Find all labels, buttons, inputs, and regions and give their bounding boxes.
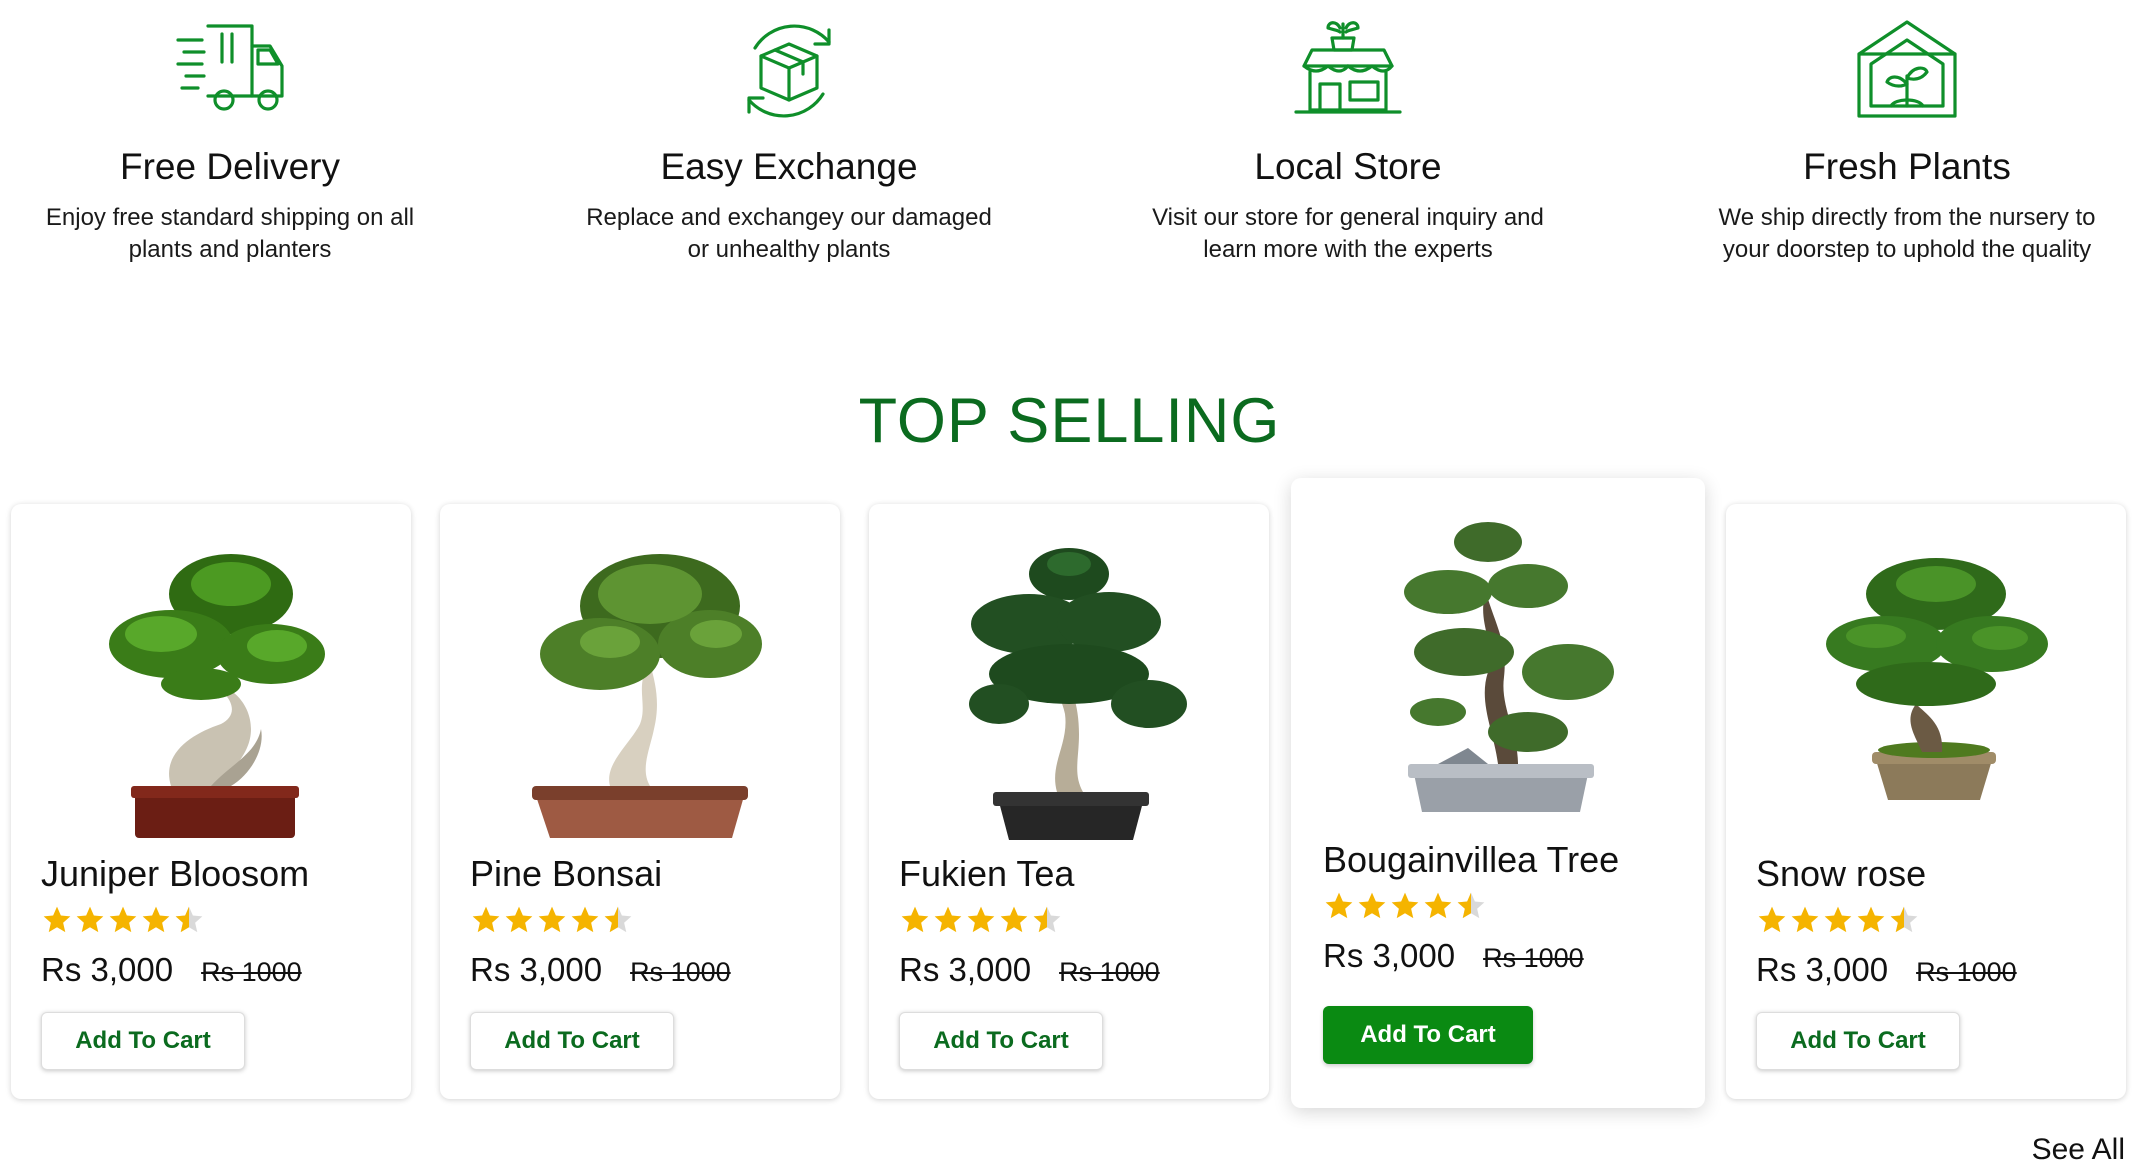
delivery-truck-icon xyxy=(176,24,284,111)
old-price: Rs 1000 xyxy=(1916,957,2017,987)
half-star-icon xyxy=(1890,906,1918,933)
product-price: Rs 3,000 Rs 1000 xyxy=(41,950,302,992)
star-icon xyxy=(142,906,170,933)
pine-bonsai-image xyxy=(532,554,762,838)
star-icon xyxy=(1758,906,1786,933)
current-price: Rs 3,000 xyxy=(899,951,1032,988)
bougainvillea-bonsai-image xyxy=(1404,522,1614,812)
star-icon xyxy=(472,906,500,933)
greenhouse-plant-icon xyxy=(1857,20,1957,118)
star-icon xyxy=(901,906,929,933)
star-icon xyxy=(571,906,599,933)
star-icon xyxy=(967,906,995,933)
product-price: Rs 3,000 Rs 1000 xyxy=(1323,936,1584,978)
star-icon xyxy=(538,906,566,933)
product-name[interactable]: Pine Bonsai xyxy=(470,852,662,896)
exchange-box-icon xyxy=(747,24,831,118)
feature-description: Visit our store for general inquiry and … xyxy=(1152,204,1544,263)
fukien-tea-bonsai-image xyxy=(969,548,1187,840)
old-price: Rs 1000 xyxy=(630,957,731,987)
current-price: Rs 3,000 xyxy=(470,951,603,988)
product-card[interactable]: Juniper Bloosom Rs 3,000 Rs 1000 Add To C… xyxy=(11,504,411,1099)
star-icon xyxy=(505,906,533,933)
product-name[interactable]: Snow rose xyxy=(1756,852,1926,896)
star-icon xyxy=(1325,892,1353,919)
add-to-cart-button[interactable]: Add To Cart xyxy=(470,1012,674,1070)
old-price: Rs 1000 xyxy=(1483,943,1584,973)
feature-fresh-plants: Fresh Plants We ship directly from the n… xyxy=(1672,18,2139,266)
star-icon xyxy=(76,906,104,933)
current-price: Rs 3,000 xyxy=(41,951,174,988)
star-icon xyxy=(1857,906,1885,933)
half-star-icon xyxy=(604,906,632,933)
old-price: Rs 1000 xyxy=(1059,957,1160,987)
snow-rose-bonsai-image xyxy=(1826,558,2048,800)
star-icon xyxy=(1824,906,1852,933)
feature-free-delivery: Free Delivery Enjoy free standard shippi… xyxy=(0,18,465,266)
feature-title: Free Delivery xyxy=(120,146,340,187)
product-price: Rs 3,000 Rs 1000 xyxy=(899,950,1160,992)
product-card[interactable]: Snow rose Rs 3,000 Rs 1000 Add To Cart xyxy=(1726,504,2126,1099)
star-icon xyxy=(43,906,71,933)
product-price: Rs 3,000 Rs 1000 xyxy=(470,950,731,992)
star-icon xyxy=(1391,892,1419,919)
feature-title: Fresh Plants xyxy=(1803,146,2011,187)
half-star-icon xyxy=(1033,906,1061,933)
feature-description: Replace and exchangey our damaged or unh… xyxy=(586,204,992,263)
feature-local-store: Local Store Visit our store for general … xyxy=(1113,18,1583,266)
rating-stars xyxy=(1323,890,1488,922)
star-icon xyxy=(109,906,137,933)
feature-description: We ship directly from the nursery to you… xyxy=(1718,204,2096,263)
add-to-cart-button[interactable]: Add To Cart xyxy=(41,1012,245,1070)
add-to-cart-button[interactable]: Add To Cart xyxy=(899,1012,1103,1070)
rating-stars xyxy=(899,904,1064,936)
rating-stars xyxy=(470,904,635,936)
star-icon xyxy=(1000,906,1028,933)
product-card[interactable]: Pine Bonsai Rs 3,000 Rs 1000 Add To Cart xyxy=(440,504,840,1099)
star-icon xyxy=(1424,892,1452,919)
features-strip: Free Delivery Enjoy free standard shippi… xyxy=(0,0,2139,270)
local-store-icon xyxy=(1294,21,1402,114)
rating-stars xyxy=(1756,904,1921,936)
product-name[interactable]: Juniper Bloosom xyxy=(41,852,309,896)
old-price: Rs 1000 xyxy=(201,957,302,987)
rating-stars xyxy=(41,904,206,936)
product-name[interactable]: Fukien Tea xyxy=(899,852,1074,896)
see-all-link[interactable]: See All xyxy=(2032,1132,2125,1168)
half-star-icon xyxy=(1457,892,1485,919)
add-to-cart-button[interactable]: Add To Cart xyxy=(1756,1012,1960,1070)
product-name[interactable]: Bougainvillea Tree xyxy=(1323,838,1619,882)
juniper-bonsai-image xyxy=(109,554,325,838)
star-icon xyxy=(934,906,962,933)
product-card-highlighted[interactable]: Bougainvillea Tree Rs 3,000 Rs 1000 Add T… xyxy=(1291,478,1705,1108)
product-card[interactable]: Fukien Tea Rs 3,000 Rs 1000 Add To Cart xyxy=(869,504,1269,1099)
half-star-icon xyxy=(175,906,203,933)
add-to-cart-button[interactable]: Add To Cart xyxy=(1323,1006,1533,1064)
star-icon xyxy=(1358,892,1386,919)
current-price: Rs 3,000 xyxy=(1756,951,1889,988)
feature-description: Enjoy free standard shipping on all plan… xyxy=(45,204,415,263)
current-price: Rs 3,000 xyxy=(1323,937,1456,974)
section-title: TOP SELLING xyxy=(858,386,1281,456)
feature-title: Local Store xyxy=(1254,146,1442,187)
star-icon xyxy=(1791,906,1819,933)
product-price: Rs 3,000 Rs 1000 xyxy=(1756,950,2017,992)
feature-title: Easy Exchange xyxy=(660,146,918,187)
feature-easy-exchange: Easy Exchange Replace and exchangey our … xyxy=(554,18,1024,266)
